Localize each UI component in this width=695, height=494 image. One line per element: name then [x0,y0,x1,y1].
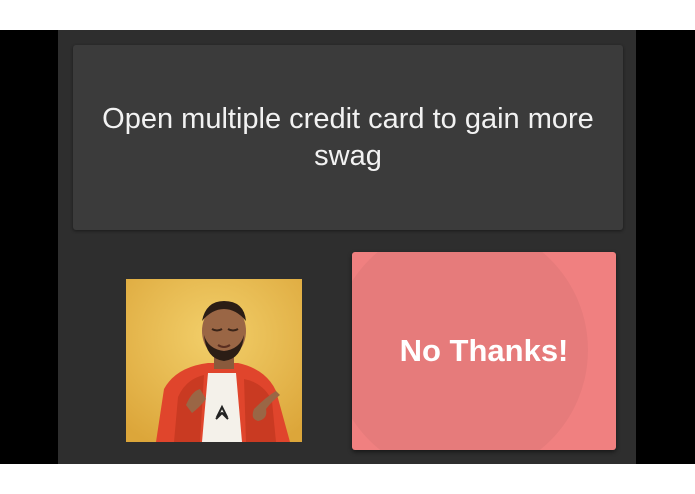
screen-frame: Open multiple credit card to gain more s… [0,30,695,464]
no-thanks-label: No Thanks! [399,333,569,368]
app-screen: Open multiple credit card to gain more s… [58,30,636,464]
prompt-card: Open multiple credit card to gain more s… [73,45,623,230]
prompt-text: Open multiple credit card to gain more s… [102,103,594,172]
no-thanks-button[interactable]: No Thanks! [352,252,616,450]
drake-approving-image [126,279,302,442]
